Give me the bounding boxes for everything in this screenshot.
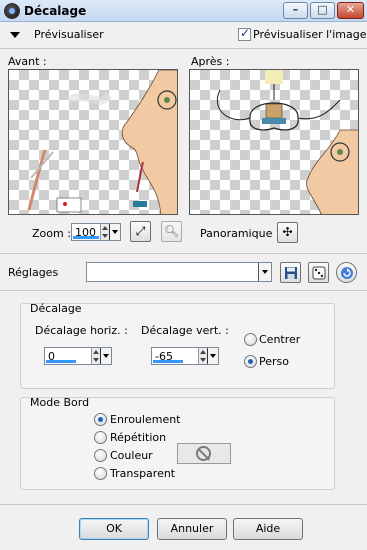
- fit-window-icon: ⤢: [135, 224, 146, 238]
- offset-group: [20, 303, 335, 389]
- transparent-radio[interactable]: [94, 467, 107, 480]
- color-radio[interactable]: [94, 449, 107, 462]
- live-preview-label: Prévisualiser l'image: [253, 28, 367, 41]
- v-offset-stepper-arrows[interactable]: [198, 348, 207, 364]
- custom-radio[interactable]: [244, 355, 257, 368]
- after-label: Après :: [191, 55, 230, 68]
- h-offset-bar: [46, 360, 76, 363]
- after-preview[interactable]: [189, 69, 359, 215]
- v-offset-label: Décalage vert. :: [141, 324, 229, 337]
- wrap-label: Enroulement: [110, 413, 181, 426]
- camera-lens-icon: [4, 3, 20, 19]
- ok-button[interactable]: OK: [79, 518, 149, 540]
- h-offset-stepper-arrows[interactable]: [91, 348, 100, 364]
- live-preview-checkbox[interactable]: [238, 26, 251, 41]
- center-label: Centrer: [259, 333, 301, 346]
- pan-label: Panoramique :: [200, 227, 280, 240]
- floppy-save-icon: [284, 267, 297, 279]
- color-label: Couleur: [110, 449, 153, 462]
- center-radio[interactable]: [244, 333, 257, 346]
- move-cross-icon: ✣: [282, 225, 293, 239]
- maximize-icon: □: [317, 3, 328, 16]
- before-preview-image: [27, 70, 177, 214]
- random-button[interactable]: [308, 262, 329, 283]
- v-offset-dropdown-button[interactable]: [207, 348, 218, 364]
- after-preview-image: [216, 70, 358, 214]
- h-offset-label: Décalage horiz. :: [35, 324, 128, 337]
- divider: [0, 48, 367, 49]
- repeat-radio[interactable]: [94, 431, 107, 444]
- zoom-label: Zoom :: [32, 227, 71, 240]
- zoom-level-bar: [73, 236, 99, 239]
- fit-window-button[interactable]: ⤢: [130, 221, 151, 242]
- magnifier-icon: 🔍︎: [163, 224, 180, 238]
- presets-dropdown[interactable]: [86, 262, 272, 282]
- save-preset-button[interactable]: [280, 262, 301, 283]
- zoom-to-button[interactable]: 🔍︎: [161, 221, 182, 242]
- help-button[interactable]: Aide: [233, 518, 303, 540]
- preview-toggle-label: Prévisualiser: [34, 28, 104, 41]
- pan-button[interactable]: ✣: [277, 222, 298, 243]
- zoom-dropdown-button[interactable]: [109, 224, 120, 240]
- reset-button[interactable]: [336, 262, 357, 283]
- close-button[interactable]: ✕: [337, 2, 364, 19]
- close-icon: ✕: [345, 3, 356, 16]
- before-label: Avant :: [8, 55, 47, 68]
- divider: [0, 253, 367, 254]
- dice-icon: [312, 266, 325, 280]
- before-preview[interactable]: [8, 69, 178, 215]
- maximize-button[interactable]: □: [310, 2, 335, 19]
- h-offset-dropdown-button[interactable]: [100, 348, 111, 364]
- reset-arrow-icon: [340, 267, 353, 279]
- minimize-button[interactable]: –: [283, 2, 308, 19]
- h-offset-spinner[interactable]: 0: [44, 347, 112, 365]
- divider: [0, 504, 367, 505]
- edge-mode-group-label: Mode Bord: [30, 396, 90, 409]
- no-color-icon: [196, 446, 211, 461]
- zoom-stepper-arrows[interactable]: [100, 224, 109, 240]
- title-bar: Décalage – □ ✕: [0, 0, 367, 22]
- presets-label: Réglages: [8, 266, 59, 279]
- cancel-button[interactable]: Annuler: [157, 518, 227, 540]
- window-title: Décalage: [24, 4, 87, 18]
- wrap-radio[interactable]: [94, 413, 107, 426]
- v-offset-bar: [153, 360, 183, 363]
- chevron-down-icon: [10, 32, 20, 38]
- zoom-spinner[interactable]: 100: [71, 223, 121, 241]
- v-offset-spinner[interactable]: -65: [151, 347, 219, 365]
- offset-group-label: Décalage: [30, 302, 82, 315]
- minimize-icon: –: [292, 3, 299, 16]
- custom-label: Perso: [259, 355, 289, 368]
- transparent-label: Transparent: [110, 467, 176, 480]
- chevron-down-icon[interactable]: [258, 263, 271, 281]
- divider: [0, 290, 367, 291]
- edge-color-swatch[interactable]: [177, 443, 231, 464]
- repeat-label: Répétition: [110, 431, 167, 444]
